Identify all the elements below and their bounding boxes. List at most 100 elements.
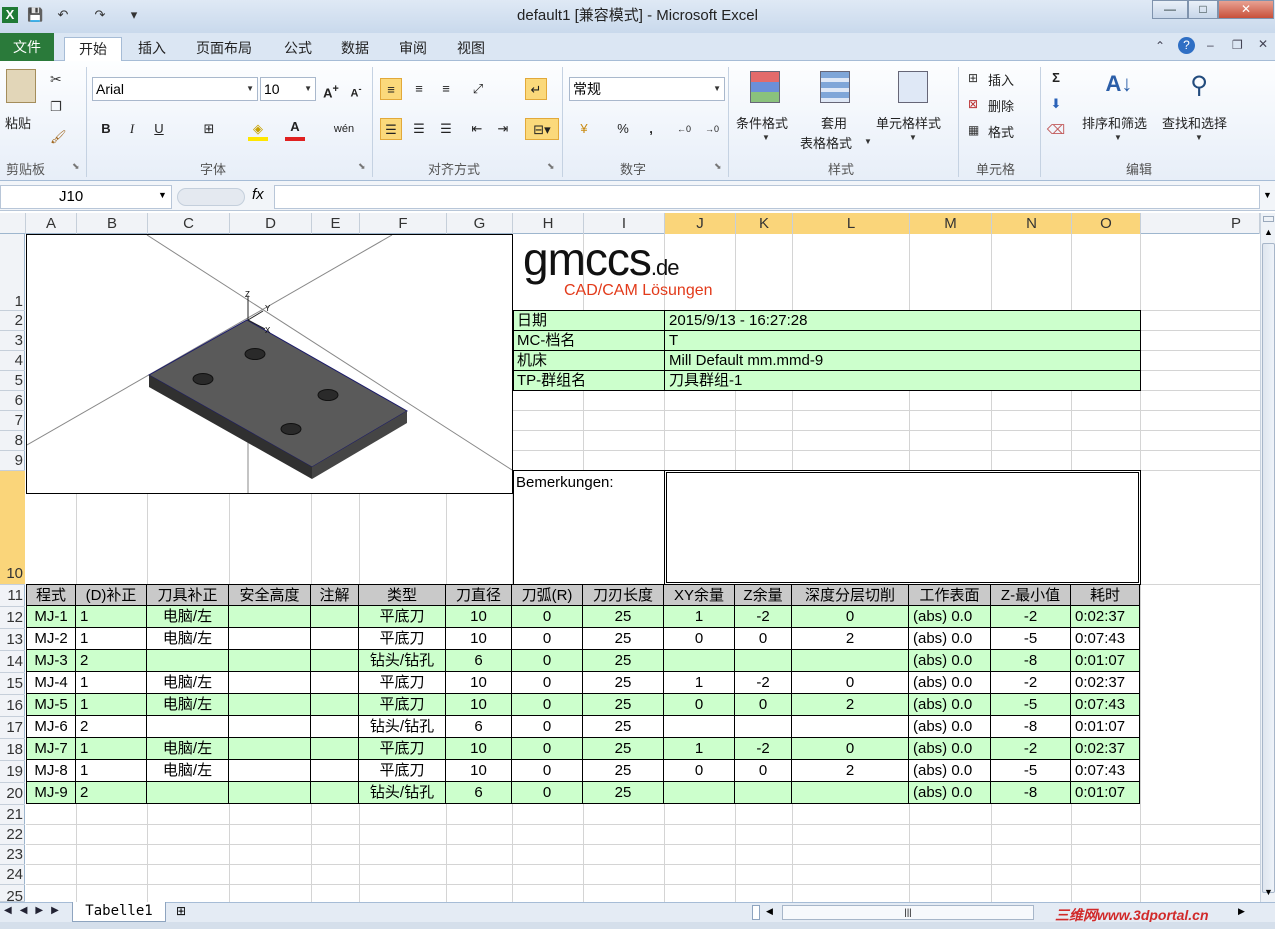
row-header[interactable]: 4	[0, 351, 25, 371]
cell-d-comp[interactable]: 2	[76, 782, 147, 804]
cell-d-comp[interactable]: 1	[76, 694, 147, 716]
comma-button[interactable]: ,	[640, 118, 662, 140]
cell-tool-comp[interactable]	[147, 782, 229, 804]
cell-program[interactable]: MJ-5	[26, 694, 76, 716]
cell-work-surface[interactable]: (abs) 0.0	[909, 694, 991, 716]
borders-icon[interactable]: ⊞	[198, 118, 220, 140]
cell-tool-comp[interactable]	[147, 650, 229, 672]
format-as-table-button[interactable]: 套用	[821, 113, 847, 132]
cell-flute-length[interactable]: 25	[583, 672, 664, 694]
font-size-combo[interactable]: 10 ▼	[260, 77, 316, 101]
maximize-button[interactable]: □	[1188, 0, 1218, 19]
doc-minimize-icon[interactable]: –	[1207, 38, 1214, 52]
row-header[interactable]: 23	[0, 845, 25, 865]
cell-tool-diameter[interactable]: 6	[446, 650, 512, 672]
scroll-down-icon[interactable]: ▼	[1264, 887, 1273, 897]
cell-corner-radius[interactable]: 0	[512, 782, 583, 804]
cell-comment[interactable]	[311, 694, 359, 716]
percent-button[interactable]: %	[612, 118, 634, 140]
tab-insert[interactable]: 插入	[130, 37, 174, 61]
column-header-p[interactable]: P	[1141, 213, 1260, 234]
cell-tool-comp[interactable]: 电脑/左	[147, 672, 229, 694]
cell-corner-radius[interactable]: 0	[512, 694, 583, 716]
row-header[interactable]: 6	[0, 391, 25, 411]
dialog-launcher-icon[interactable]: ⬊	[547, 161, 555, 172]
cell-program[interactable]: MJ-1	[26, 606, 76, 628]
conditional-formatting-icon[interactable]	[750, 71, 780, 103]
cell-depth-cuts[interactable]: 2	[792, 694, 909, 716]
format-cells-button[interactable]: 格式	[988, 122, 1014, 141]
phonetic-icon[interactable]: wén	[333, 118, 355, 140]
row-header[interactable]: 3	[0, 331, 25, 351]
cell-corner-radius[interactable]: 0	[512, 738, 583, 760]
cell-z-stock[interactable]: 0	[735, 628, 792, 650]
cell-time[interactable]: 0:02:37	[1071, 606, 1140, 628]
row-header[interactable]: 18	[0, 739, 25, 761]
row-header[interactable]: 5	[0, 371, 25, 391]
cell-time[interactable]: 0:07:43	[1071, 760, 1140, 782]
dialog-launcher-icon[interactable]: ⬊	[714, 161, 722, 172]
cell-d-comp[interactable]: 1	[76, 760, 147, 782]
cell-xy-stock[interactable]: 1	[664, 606, 735, 628]
font-color-icon[interactable]: A	[284, 116, 306, 138]
dialog-launcher-icon[interactable]: ⬊	[72, 161, 80, 172]
row-header[interactable]: 2	[0, 311, 25, 331]
scroll-up-icon[interactable]: ▲	[1264, 227, 1273, 237]
vertical-scroll-thumb[interactable]	[1262, 243, 1275, 893]
cell-corner-radius[interactable]: 0	[512, 672, 583, 694]
cell-type[interactable]: 钻头/钻孔	[359, 650, 446, 672]
cell-program[interactable]: MJ-7	[26, 738, 76, 760]
font-name-combo[interactable]: Arial ▼	[92, 77, 258, 101]
align-center-icon[interactable]: ☰	[408, 118, 430, 140]
row-header[interactable]: 25	[0, 885, 25, 905]
find-select-button[interactable]: 查找和选择	[1162, 113, 1227, 132]
cell-xy-stock[interactable]: 0	[664, 694, 735, 716]
cell-d-comp[interactable]: 1	[76, 628, 147, 650]
chevron-down-icon[interactable]: ▼	[158, 190, 167, 200]
cell-work-surface[interactable]: (abs) 0.0	[909, 650, 991, 672]
align-left-icon[interactable]: ☰	[380, 118, 402, 140]
autosum-button[interactable]: Σ	[1045, 67, 1067, 89]
cell-tool-diameter[interactable]: 10	[446, 672, 512, 694]
align-middle-icon[interactable]: ≡	[408, 78, 430, 100]
fill-icon[interactable]: ⬇	[1045, 93, 1067, 115]
cell-z-min[interactable]: -5	[991, 694, 1071, 716]
cell-safety-height[interactable]	[229, 694, 311, 716]
cell-corner-radius[interactable]: 0	[512, 716, 583, 738]
cell-tool-comp[interactable]: 电脑/左	[147, 760, 229, 782]
column-header-n[interactable]: N	[992, 213, 1072, 234]
cell-time[interactable]: 0:01:07	[1071, 716, 1140, 738]
sort-filter-button[interactable]: 排序和筛选	[1082, 113, 1147, 132]
cell-safety-height[interactable]	[229, 716, 311, 738]
row-header[interactable]: 11	[0, 585, 25, 607]
row-header[interactable]: 24	[0, 865, 25, 885]
cell-tool-diameter[interactable]: 6	[446, 716, 512, 738]
copy-icon[interactable]: ❐	[50, 99, 62, 115]
cell-d-comp[interactable]: 1	[76, 738, 147, 760]
tab-split-handle[interactable]	[752, 905, 760, 920]
column-header-b[interactable]: B	[77, 213, 148, 234]
cell-xy-stock[interactable]	[664, 650, 735, 672]
tab-home[interactable]: 开始	[64, 37, 122, 61]
cell-z-stock[interactable]: -2	[735, 606, 792, 628]
format-cells-icon[interactable]: ▦	[968, 123, 979, 137]
cell-tool-comp[interactable]: 电脑/左	[147, 606, 229, 628]
dialog-launcher-icon[interactable]: ⬊	[358, 161, 366, 172]
cell-d-comp[interactable]: 1	[76, 672, 147, 694]
delete-cells-icon[interactable]: ⊠	[968, 97, 978, 111]
column-header-c[interactable]: C	[148, 213, 230, 234]
merge-center-icon[interactable]: ⊟▾	[525, 118, 559, 140]
cell-xy-stock[interactable]	[664, 716, 735, 738]
format-painter-icon[interactable]: 🖌	[50, 129, 67, 145]
column-header-f[interactable]: F	[360, 213, 447, 234]
cell-styles-icon[interactable]	[898, 71, 928, 103]
cell-comment[interactable]	[311, 606, 359, 628]
cell-depth-cuts[interactable]: 2	[792, 628, 909, 650]
cell-comment[interactable]	[311, 760, 359, 782]
vertical-scrollbar[interactable]: ▲ ▼	[1260, 213, 1275, 902]
cell-program[interactable]: MJ-2	[26, 628, 76, 650]
cell-safety-height[interactable]	[229, 672, 311, 694]
cell-flute-length[interactable]: 25	[583, 606, 664, 628]
collapse-ribbon-icon[interactable]: ⌃	[1155, 39, 1165, 53]
cell-work-surface[interactable]: (abs) 0.0	[909, 628, 991, 650]
